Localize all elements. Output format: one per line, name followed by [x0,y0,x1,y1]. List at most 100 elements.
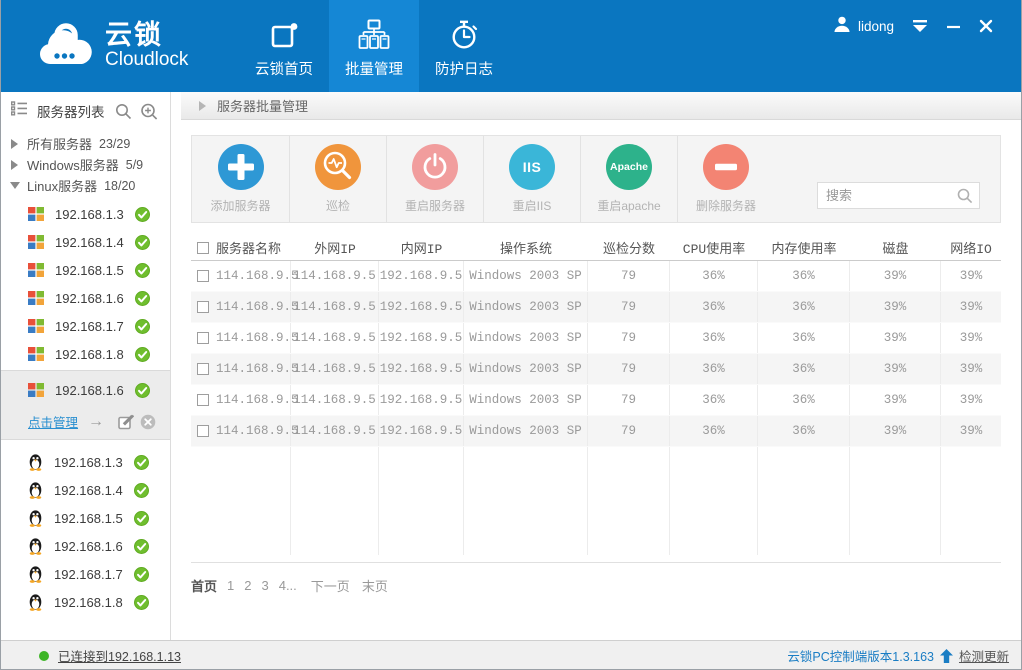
row-checkbox[interactable] [197,425,209,437]
minimize-button[interactable] [946,19,961,33]
server-item[interactable]: 192.168.1.5 [1,504,170,532]
pagination-page-1[interactable]: 1 [227,578,234,593]
online-check-icon [134,539,149,554]
pagination-next[interactable]: 下一页 [311,576,350,595]
close-button[interactable] [979,19,993,33]
online-check-icon [134,595,149,610]
linux-penguin-icon [28,565,43,583]
tab-protection-logs[interactable]: 防护日志 [419,0,509,92]
server-item[interactable]: 192.168.1.5 [1,256,170,284]
edit-icon[interactable] [118,414,134,430]
user-icon [833,15,851,38]
pagination-last[interactable]: 末页 [362,576,388,595]
restart-server-button[interactable]: 重启服务器 [386,136,483,222]
online-check-icon [135,207,150,222]
restart-server-icon [412,144,458,190]
windows-icon [28,263,44,277]
table-row[interactable]: 114.168.9.5 114.168.9.5 192.168.9.5 Wind… [191,416,1001,447]
restart-apache-button[interactable]: Apache 重启apache [580,136,677,222]
search-icon[interactable] [957,188,973,209]
column-header-lan-ip: 内网IP [379,235,464,260]
tree-group-windows-servers[interactable]: Windows服务器 5/9 [11,154,170,175]
linux-penguin-icon [28,481,43,499]
row-checkbox[interactable] [197,270,209,282]
table-row[interactable]: 114.168.9.5 114.168.9.5 192.168.9.5 Wind… [191,385,1001,416]
main-nav: 云锁首页 [239,0,509,92]
pagination-page-2[interactable]: 2 [244,578,251,593]
protection-log-icon [449,14,479,50]
add-server-button[interactable]: 添加服务器 [192,136,289,222]
row-checkbox[interactable] [197,394,209,406]
tree-group-linux-servers[interactable]: Linux服务器 18/20 [11,175,170,196]
server-item[interactable]: 192.168.1.3 [1,448,170,476]
chevron-right-icon [11,160,18,170]
column-header-wan-ip: 外网IP [291,235,379,260]
server-item[interactable]: 192.168.1.7 [1,312,170,340]
check-update-link[interactable]: 检测更新 [959,646,1009,665]
restart-iis-button[interactable]: IIS 重启IIS [483,136,580,222]
group-count: 5/9 [126,158,143,172]
tab-label: 批量管理 [345,58,403,79]
tab-label: 云锁首页 [255,58,313,79]
server-item[interactable]: 192.168.1.8 [1,588,170,616]
chevron-right-icon [11,139,18,149]
search-box [817,182,980,209]
table-row[interactable]: 114.168.9.5 114.168.9.5 192.168.9.5 Wind… [191,261,1001,292]
windows-icon [28,319,44,333]
version-label: 云锁PC控制端版本1.3.163 [787,646,934,665]
cloudlock-window: 云锁 Cloudlock 云锁首页 [0,0,1022,670]
server-item[interactable]: 192.168.1.4 [1,228,170,256]
tab-batch-management[interactable]: 批量管理 [329,0,419,92]
pagination-page-3[interactable]: 3 [261,578,268,593]
windows-icon [28,383,44,397]
user-menu-dropdown-icon[interactable] [912,19,928,33]
pagination-first[interactable]: 首页 [191,576,217,595]
brand-title: 云锁 [105,21,188,49]
user-area: lidong [833,0,1021,92]
server-item[interactable]: 192.168.1.6 [1,284,170,312]
tab-cloudlock-home[interactable]: 云锁首页 [239,0,329,92]
search-input[interactable] [817,182,980,209]
list-icon [11,101,28,121]
selected-server-item[interactable]: 192.168.1.6 [1,376,170,404]
pagination-page-4[interactable]: 4... [279,578,297,593]
zoom-search-icon[interactable] [140,103,158,120]
connection-status-icon [39,651,49,661]
table-row[interactable]: 114.168.9.5 114.168.9.5 192.168.9.5 Wind… [191,292,1001,323]
remove-circle-icon[interactable] [140,414,156,430]
row-checkbox[interactable] [197,332,209,344]
table-row[interactable]: 114.168.9.5 114.168.9.5 192.168.9.5 Wind… [191,323,1001,354]
server-table: 服务器名称 外网IP 内网IP 操作系统 巡检分数 CPU使用率 内存使用率 磁… [191,235,1001,563]
search-icon[interactable] [115,103,132,120]
online-check-icon [135,347,150,362]
server-item[interactable]: 192.168.1.8 [1,340,170,368]
manage-link[interactable]: 点击管理 [28,412,78,431]
delete-server-button[interactable]: 删除服务器 [677,136,774,222]
column-header-score: 巡检分数 [588,235,670,260]
sidebar-header: 服务器列表 [1,96,170,126]
main-area: 服务器批量管理 添加服务器 [171,92,1021,640]
selected-server-panel: 192.168.1.6 点击管理 → [1,370,170,440]
row-checkbox[interactable] [197,363,209,375]
toolbar: 添加服务器 巡检 [191,135,1001,223]
windows-server-list: 192.168.1.3 192.168.1.4 192.168.1.5 192.… [1,200,170,368]
server-item[interactable]: 192.168.1.6 [1,532,170,560]
online-check-icon [135,319,150,334]
batch-management-icon [358,14,390,50]
update-arrow-icon [940,649,953,663]
tree-group-all-servers[interactable]: 所有服务器 23/29 [11,133,170,154]
table-row[interactable]: 114.168.9.5 114.168.9.5 192.168.9.5 Wind… [191,354,1001,385]
server-item[interactable]: 192.168.1.4 [1,476,170,504]
online-check-icon [134,455,149,470]
select-all-checkbox[interactable] [197,242,209,254]
connection-link[interactable]: 已连接到192.168.1.13 [58,646,181,665]
server-item[interactable]: 192.168.1.3 [1,200,170,228]
linux-penguin-icon [28,453,43,471]
breadcrumb: 服务器批量管理 [181,92,1021,120]
row-checkbox[interactable] [197,301,209,313]
inspection-button[interactable]: 巡检 [289,136,386,222]
server-item[interactable]: 192.168.1.7 [1,560,170,588]
breadcrumb-arrow-icon [199,101,206,111]
arrow-right-icon: → [88,413,104,431]
header: 云锁 Cloudlock 云锁首页 [1,0,1021,92]
